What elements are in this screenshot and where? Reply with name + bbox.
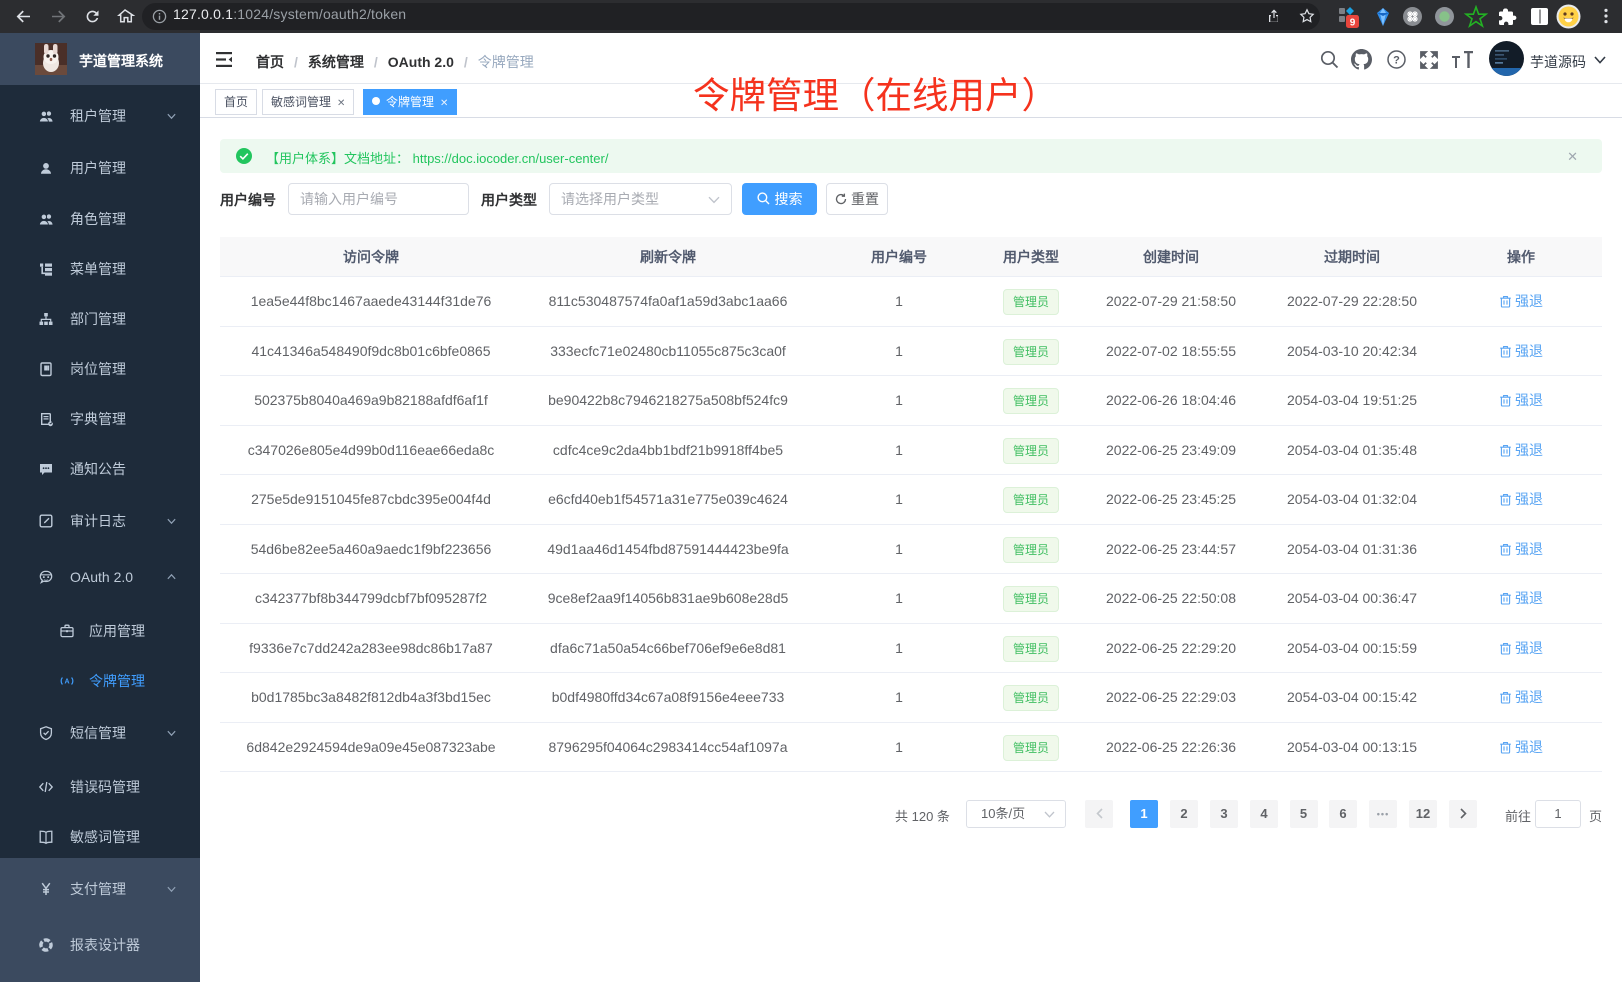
svg-text:9: 9 [1350, 18, 1356, 29]
svg-text:?: ? [1393, 55, 1400, 67]
svg-text:A: A [64, 679, 69, 686]
